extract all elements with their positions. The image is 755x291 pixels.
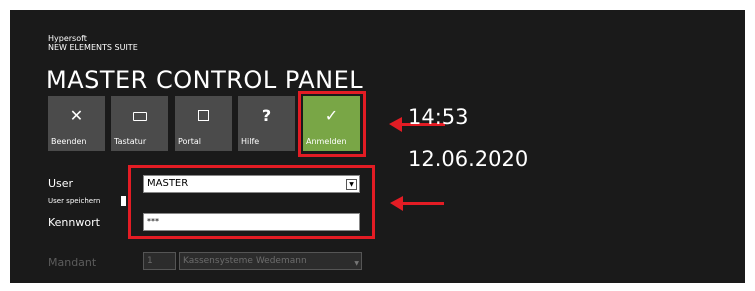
password-label: Kennwort — [48, 216, 100, 229]
fields-arrow — [390, 196, 444, 211]
chevron-down-icon: ▼ — [354, 260, 359, 267]
mandant-select-value: Kassensysteme Wedemann — [183, 256, 307, 266]
portal-button[interactable]: Portal — [175, 96, 232, 151]
help-button-label: Hilfe — [241, 137, 260, 146]
portal-button-label: Portal — [178, 137, 201, 146]
brand-suite: NEW ELEMENTS SUITE — [48, 43, 138, 52]
exit-button-label: Beenden — [51, 137, 87, 146]
mandant-label: Mandant — [48, 256, 97, 269]
help-icon: ? — [261, 106, 272, 125]
help-button[interactable]: ? Hilfe — [238, 96, 295, 151]
mandant-select: Kassensysteme Wedemann ▼ — [179, 252, 362, 270]
brand-block: Hypersoft NEW ELEMENTS SUITE — [48, 34, 138, 52]
keyboard-button[interactable]: Tastatur — [111, 96, 168, 151]
keyboard-icon — [111, 106, 168, 125]
remember-user-label: User speichern — [48, 197, 101, 205]
portal-icon — [175, 106, 232, 125]
clock-date: 12.06.2020 — [408, 147, 529, 171]
control-panel: Hypersoft NEW ELEMENTS SUITE MASTER CONT… — [10, 10, 745, 283]
keyboard-button-label: Tastatur — [114, 137, 147, 146]
page-title: MASTER CONTROL PANEL — [46, 66, 364, 94]
login-fields-highlight — [128, 165, 375, 239]
brand-company: Hypersoft — [48, 34, 87, 43]
mandant-number-field: 1 — [143, 252, 176, 270]
close-icon: ✕ — [69, 106, 84, 125]
login-button-highlight — [298, 91, 366, 157]
remember-user-checkbox[interactable] — [121, 196, 126, 206]
clock-time: 14:53 — [408, 105, 469, 129]
user-label: User — [48, 177, 74, 190]
exit-button[interactable]: ✕ Beenden — [48, 96, 105, 151]
